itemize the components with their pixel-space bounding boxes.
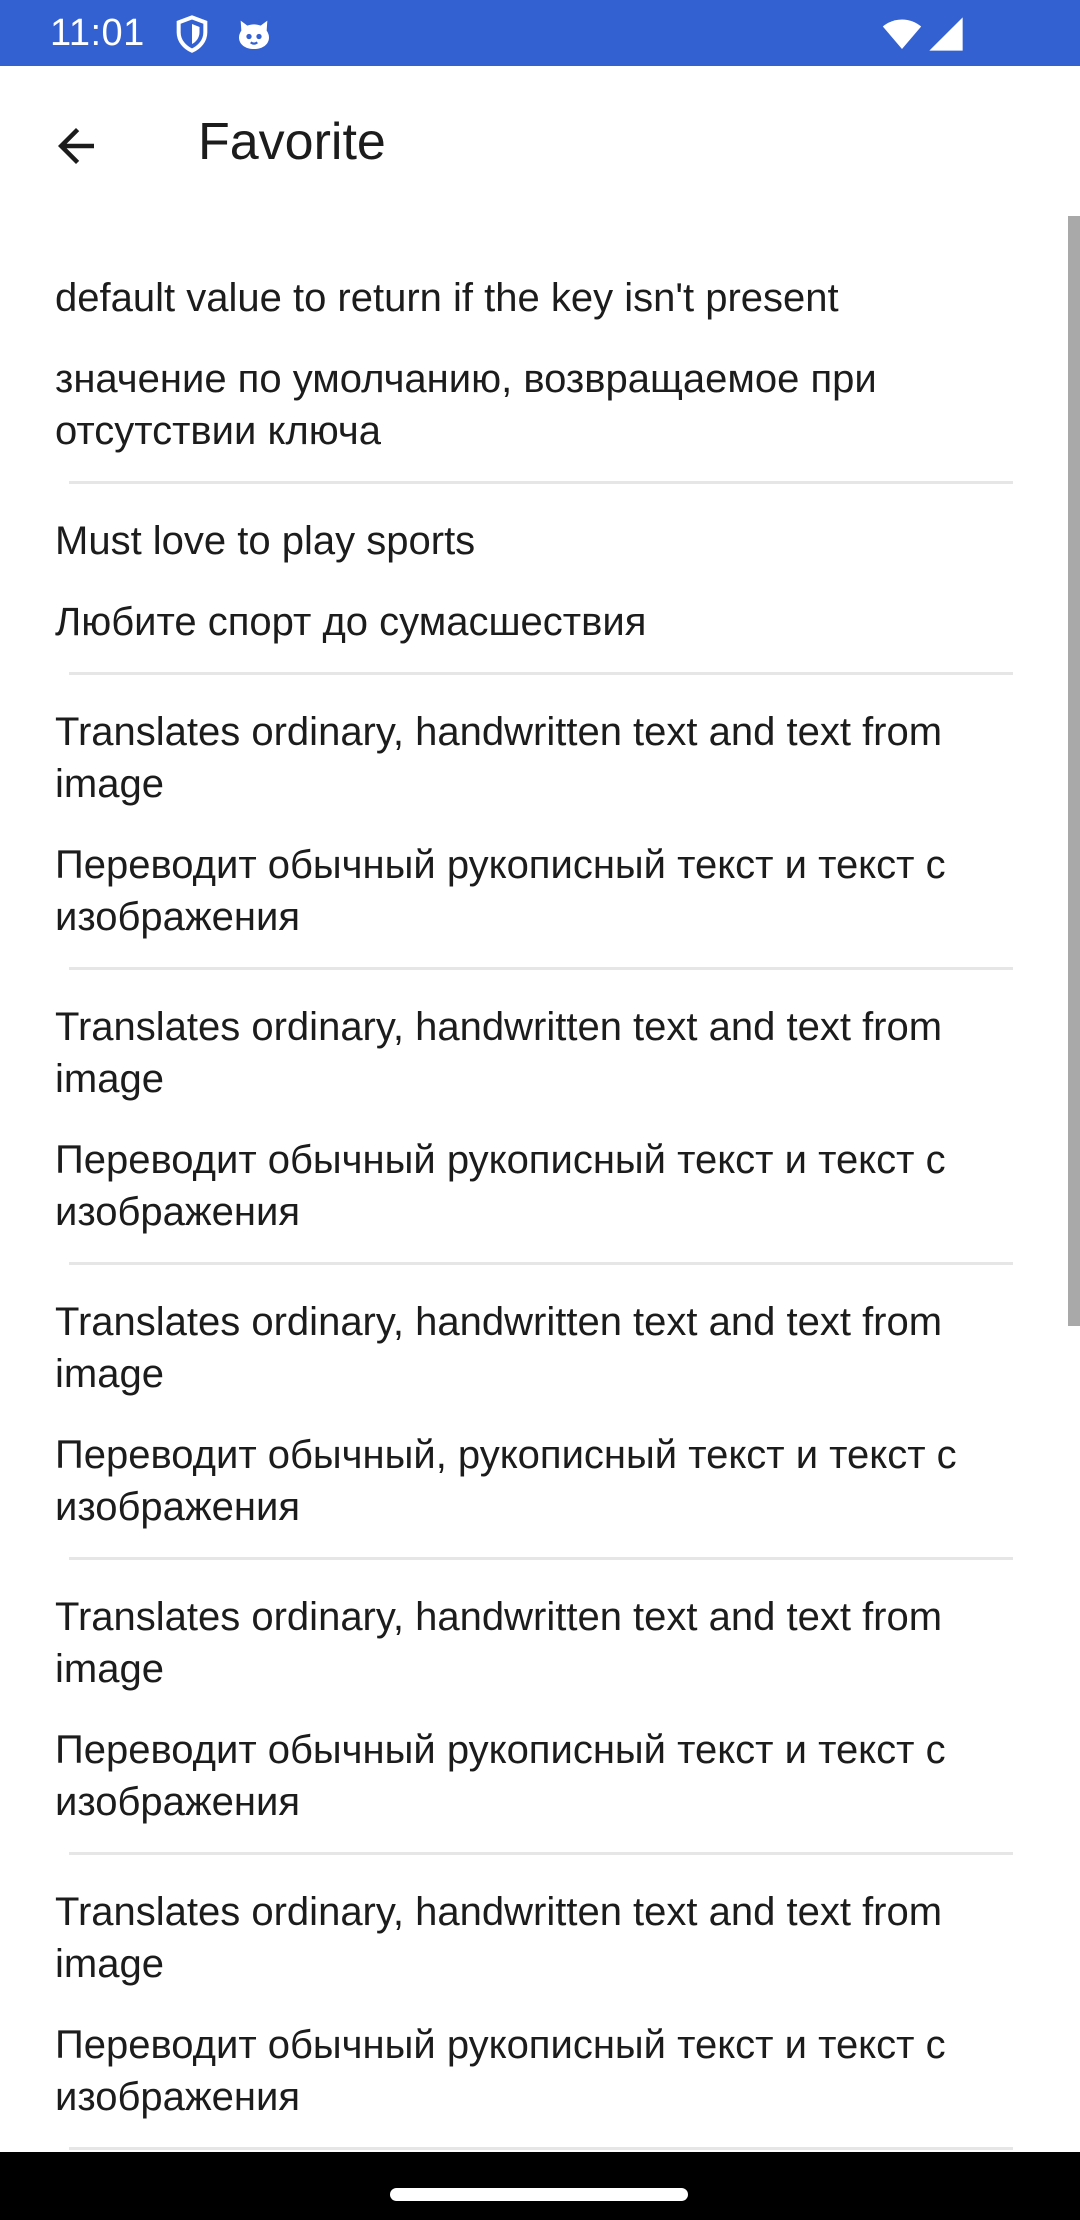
favorites-list-container[interactable]: default value to return if the key isn't… (0, 218, 1080, 2152)
list-item[interactable]: Must love to play sports Любите спорт до… (0, 484, 1080, 648)
source-text: Translates ordinary, handwritten text an… (55, 1890, 943, 1986)
list-item[interactable]: Translates ordinary, handwritten text an… (0, 1265, 1080, 1533)
navigation-bar (0, 2152, 1080, 2220)
translation-text: Переводит обычный, рукописный текст и те… (55, 1433, 957, 1529)
status-time: 11:01 (50, 12, 145, 54)
page-title: Favorite (198, 113, 386, 171)
list-item[interactable]: default value to return if the key isn't… (0, 272, 1080, 457)
wifi-icon (880, 14, 924, 54)
translation-text: Переводит обычный рукописный текст и тек… (55, 843, 946, 939)
source-text: default value to return if the key isn't… (55, 276, 839, 320)
translation-text: Переводит обычный рукописный текст и тек… (55, 1728, 946, 1824)
translation-text: значение по умолчанию, возвращаемое при … (55, 357, 877, 453)
cat-face-icon (234, 14, 274, 54)
list-item[interactable]: Translates ordinary, handwritten text an… (0, 1560, 1080, 1828)
status-bar: 11:01 (0, 0, 1080, 66)
list-item[interactable]: Translates ordinary, handwritten text an… (0, 1855, 1080, 2123)
home-indicator[interactable] (390, 2188, 688, 2201)
source-text: Must love to play sports (55, 519, 476, 563)
arrow-back-icon (58, 128, 94, 164)
divider (69, 2147, 1013, 2150)
scrollbar[interactable] (1068, 216, 1080, 1326)
source-text: Translates ordinary, handwritten text an… (55, 1595, 943, 1691)
app-bar: Favorite (0, 66, 1080, 218)
source-text: Translates ordinary, handwritten text an… (55, 710, 943, 806)
translation-text: Любите спорт до сумасшествия (55, 600, 647, 644)
favorites-list: default value to return if the key isn't… (0, 218, 1080, 2150)
source-text: Translates ordinary, handwritten text an… (55, 1300, 943, 1396)
source-text: Translates ordinary, handwritten text an… (55, 1005, 943, 1101)
list-item[interactable]: Translates ordinary, handwritten text an… (0, 970, 1080, 1238)
back-button[interactable] (36, 106, 116, 186)
translation-text: Переводит обычный рукописный текст и тек… (55, 2023, 946, 2119)
shield-icon (172, 14, 212, 54)
signal-icon (926, 14, 966, 54)
list-item[interactable]: Translates ordinary, handwritten text an… (0, 675, 1080, 943)
translation-text: Переводит обычный рукописный текст и тек… (55, 1138, 946, 1234)
